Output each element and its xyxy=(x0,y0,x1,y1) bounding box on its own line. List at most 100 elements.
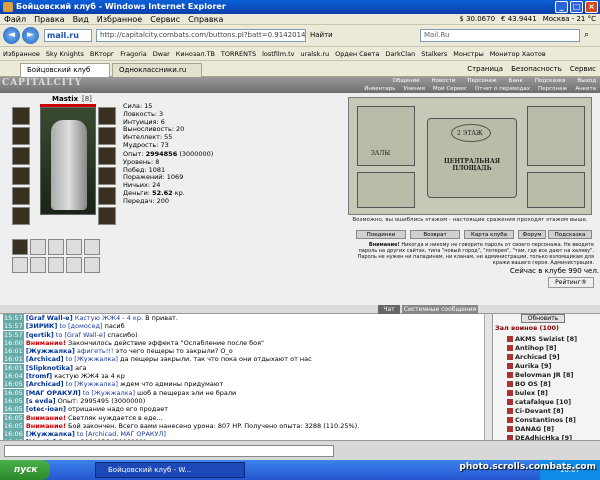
fav-link[interactable]: uralsk.ru xyxy=(298,47,333,60)
user-nick[interactable]: DANAG [8] xyxy=(515,425,554,433)
bag-slot[interactable] xyxy=(30,257,46,273)
close-icon[interactable]: × xyxy=(585,1,598,13)
rating-button[interactable]: Рейтинг® xyxy=(548,277,594,288)
bag-slot[interactable] xyxy=(12,257,28,273)
chat-time[interactable]: 16:05 xyxy=(3,413,24,422)
armor-slot[interactable] xyxy=(12,187,30,205)
chat-time[interactable]: 15:57 xyxy=(3,322,24,331)
fav-link[interactable]: Fragoria xyxy=(117,47,150,60)
chat-time[interactable]: 16:01 xyxy=(3,363,24,372)
menu-help[interactable]: Справка xyxy=(184,14,227,25)
chat-time[interactable]: 16:05 xyxy=(3,380,24,389)
menu-skills[interactable]: Умения xyxy=(404,85,425,93)
fav-link[interactable]: Орден Света xyxy=(332,47,382,60)
menu-bank[interactable]: Банк xyxy=(509,77,523,85)
chat-nick[interactable]: [ЗИРИК] xyxy=(26,322,58,330)
fav-link[interactable]: Монитор Хаотов xyxy=(487,47,549,60)
chat-nick[interactable]: Внимание! xyxy=(26,422,66,430)
chat-time[interactable]: 15:57 xyxy=(3,330,24,339)
chat-time[interactable]: 16:01 xyxy=(3,347,24,356)
user-nick[interactable]: Constantinos [8] xyxy=(515,416,576,424)
earring-slot[interactable] xyxy=(98,107,116,125)
maximize-icon[interactable]: □ xyxy=(570,1,583,13)
find-button[interactable]: Найти xyxy=(310,29,333,42)
minimize-icon[interactable]: _ xyxy=(555,1,568,13)
user-info-icon[interactable] xyxy=(507,381,513,387)
fav-link[interactable]: lostfilm.tv xyxy=(259,47,297,60)
club-map-button[interactable]: Карта клуба xyxy=(464,230,514,239)
tools-menu[interactable]: Сервис xyxy=(570,63,596,75)
chat-nick[interactable]: [Жужжалка] xyxy=(26,430,75,438)
start-button[interactable]: пуск xyxy=(0,460,50,480)
bag-slot[interactable] xyxy=(84,239,100,255)
chat-nick[interactable]: [otec-ioan] xyxy=(26,405,66,413)
chat-recipient[interactable]: to [Жужжалка] xyxy=(66,355,118,363)
tab-system-messages[interactable]: Системные сообщения xyxy=(402,305,478,314)
user-info-icon[interactable] xyxy=(507,399,513,405)
fav-link[interactable]: Stalkers xyxy=(418,47,450,60)
character-avatar[interactable] xyxy=(40,107,96,215)
user-info-icon[interactable] xyxy=(507,426,513,432)
user-nick[interactable]: Archicad [9] xyxy=(515,353,560,361)
map-room[interactable] xyxy=(527,106,585,166)
chat-recipient[interactable]: to [Archicad, МАГ ОРАКУЛ] xyxy=(77,430,166,438)
chat-time[interactable]: 16:06 xyxy=(3,430,24,439)
menu-help[interactable]: Подсказка xyxy=(535,77,566,85)
chat-time[interactable]: 16:05 xyxy=(3,405,24,414)
fav-link[interactable]: TORRENTS xyxy=(218,47,259,60)
menu-profile[interactable]: Анкета xyxy=(575,85,596,93)
chat-nick[interactable]: [Archicad] xyxy=(26,355,64,363)
user-info-icon[interactable] xyxy=(507,372,513,378)
chat-nick[interactable]: [Graf Wall-e] xyxy=(26,314,73,322)
chat-recipient[interactable]: to [домосед] xyxy=(59,322,102,330)
menu-favorites[interactable]: Избранное xyxy=(93,14,146,25)
search-icon[interactable]: ⌕ xyxy=(584,30,589,40)
bag-slot[interactable] xyxy=(48,239,64,255)
ring-slot[interactable] xyxy=(98,147,116,165)
menu-chat[interactable]: Общение xyxy=(393,77,420,85)
menu-char[interactable]: Персонаж xyxy=(467,77,496,85)
user-nick[interactable]: Belovman JR [8] xyxy=(515,371,574,379)
gloves-slot[interactable] xyxy=(12,167,30,185)
chat-recipient[interactable]: афигеть!!! xyxy=(77,347,114,355)
bag-slot[interactable] xyxy=(84,257,100,273)
chat-nick[interactable]: [qertik] xyxy=(26,331,54,339)
bag-slot[interactable] xyxy=(30,239,46,255)
chat-nick[interactable]: [Archicad] xyxy=(26,380,64,388)
taskbar-item[interactable]: Бойцовский клуб - W... xyxy=(95,462,245,478)
menu-transfers[interactable]: Отчет о переводах xyxy=(475,85,530,93)
chat-time[interactable]: 16:04 xyxy=(3,372,24,381)
ring-slot[interactable] xyxy=(98,127,116,145)
chat-scrollbar[interactable] xyxy=(484,314,492,440)
fav-link[interactable]: ВКторг xyxy=(87,47,117,60)
bag-slot[interactable] xyxy=(48,257,64,273)
user-nick[interactable]: BO OS [8] xyxy=(515,380,551,388)
menu-character[interactable]: Персонаж xyxy=(538,85,567,93)
chat-nick[interactable]: [s evda] xyxy=(26,397,56,405)
user-info-icon[interactable] xyxy=(507,390,513,396)
chat-nick[interactable]: [Жужжалка] xyxy=(26,347,75,355)
forum-button[interactable]: Форум xyxy=(518,230,546,239)
fav-link[interactable]: Sky Knights xyxy=(43,47,87,60)
chat-time[interactable]: 16:05 xyxy=(3,421,24,430)
hint-button[interactable]: Подсказка xyxy=(548,230,592,239)
user-nick[interactable]: catafalque [10] xyxy=(515,398,571,406)
user-nick[interactable]: AKMS Swizist [8] xyxy=(515,335,577,343)
chat-time[interactable]: 16:05 xyxy=(3,396,24,405)
menu-view[interactable]: Вид xyxy=(69,14,93,25)
chat-time[interactable]: 16:05 xyxy=(3,388,24,397)
refresh-button[interactable]: Обновить xyxy=(521,314,565,323)
character-name[interactable]: Mastix xyxy=(52,95,78,103)
chat-time[interactable]: 16:01 xyxy=(3,355,24,364)
search-input[interactable]: Mail.Ru xyxy=(420,29,580,42)
user-nick[interactable]: Aurika [9] xyxy=(515,362,552,370)
user-info-icon[interactable] xyxy=(507,417,513,423)
bag-slot[interactable] xyxy=(66,239,82,255)
chat-time[interactable]: 16:00 xyxy=(3,338,24,347)
menu-inventory[interactable]: Инвентарь xyxy=(364,85,395,93)
page-menu[interactable]: Страница xyxy=(467,63,503,75)
chat-recipient[interactable]: to [Жужжалка] xyxy=(83,389,135,397)
chat-nick[interactable]: Внимание! xyxy=(26,414,66,422)
chat-nick[interactable]: [Slipknotika] xyxy=(26,364,73,372)
user-nick[interactable]: bulex [8] xyxy=(515,389,548,397)
